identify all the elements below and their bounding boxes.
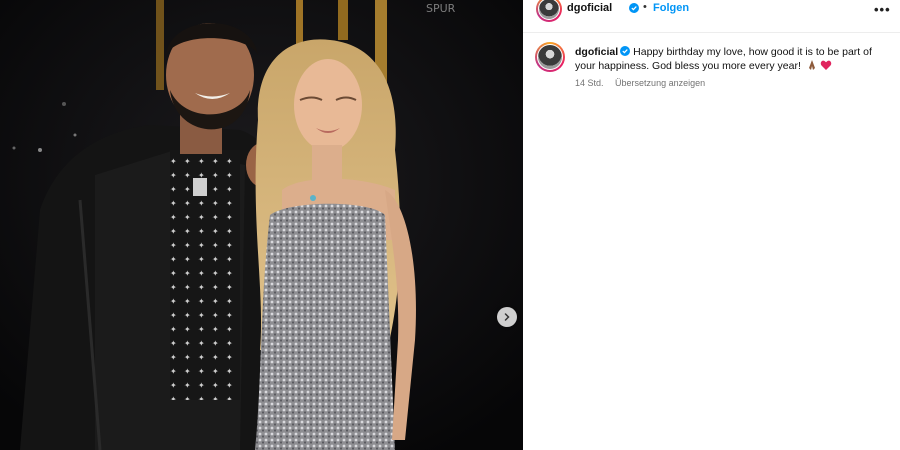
separator-dot: • (643, 1, 647, 13)
verified-badge-icon (629, 3, 639, 13)
caption-meta: 14 Std. Übersetzung anzeigen (575, 78, 705, 88)
chevron-right-icon (504, 313, 510, 321)
caption-username[interactable]: dgoficial (575, 46, 618, 58)
profile-avatar[interactable] (536, 0, 562, 22)
show-translation-link[interactable]: Übersetzung anzeigen (615, 78, 705, 88)
caption-avatar[interactable] (535, 42, 565, 72)
post-caption: dgoficial Happy birthday my love, how go… (575, 45, 890, 73)
background-sign: SPUR (426, 2, 456, 15)
post-header: dgoficial • Folgen ••• (523, 0, 900, 33)
caption-verified-badge-icon (620, 46, 631, 56)
more-options-icon[interactable]: ••• (874, 2, 891, 17)
carousel-next-button[interactable] (497, 307, 517, 327)
header-username[interactable]: dgoficial (567, 2, 612, 14)
post-timestamp: 14 Std. (575, 78, 604, 88)
post-photo[interactable]: ✦ SPUR (0, 0, 523, 450)
praying-hands-icon (808, 60, 815, 70)
post-sidebar: dgoficial • Folgen ••• dgoficial Happy b… (523, 0, 900, 450)
photo-illustration: ✦ SPUR (0, 0, 523, 450)
red-heart-icon (820, 60, 832, 70)
follow-button[interactable]: Folgen (653, 2, 689, 14)
